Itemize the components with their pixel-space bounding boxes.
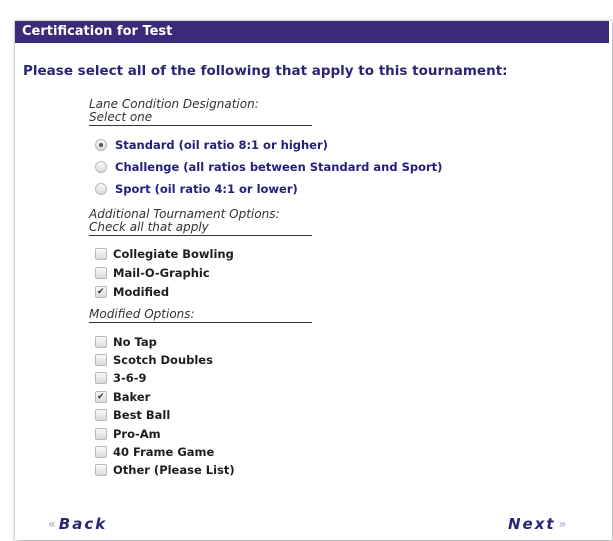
- checkbox[interactable]: [95, 354, 107, 366]
- checkbox[interactable]: [95, 464, 107, 476]
- lane-option-sport[interactable]: Sport (oil ratio 4:1 or lower): [95, 181, 298, 197]
- checkbox-label: 40 Frame Game: [113, 445, 215, 459]
- additional-options-heading: Additional Tournament Options: Check all…: [89, 208, 312, 236]
- modified-option-3-6-9[interactable]: 3-6-9: [95, 370, 147, 386]
- checkbox-label: Other (Please List): [113, 463, 235, 477]
- checkbox-label: Scotch Doubles: [113, 353, 213, 367]
- modified-option-scotch-doubles[interactable]: Scotch Doubles: [95, 352, 213, 368]
- checkbox-label: Mail-O-Graphic: [113, 266, 210, 280]
- checkbox[interactable]: [95, 446, 107, 458]
- next-button-label: Next: [508, 515, 556, 533]
- lane-condition-heading-hint: Select one: [89, 110, 153, 124]
- lane-option-challenge[interactable]: Challenge (all ratios between Standard a…: [95, 159, 442, 175]
- lane-option-standard[interactable]: Standard (oil ratio 8:1 or higher): [95, 137, 328, 153]
- checkbox[interactable]: [95, 409, 107, 421]
- checkbox-checked[interactable]: [95, 391, 107, 403]
- checkbox-label: Baker: [113, 390, 151, 404]
- checkbox[interactable]: [95, 428, 107, 440]
- option-collegiate-bowling[interactable]: Collegiate Bowling: [95, 246, 234, 262]
- next-button[interactable]: Next »: [508, 515, 567, 533]
- lane-option-label: Challenge (all ratios between Standard a…: [115, 160, 443, 174]
- checkbox-label: 3-6-9: [113, 371, 147, 385]
- lane-option-label: Sport (oil ratio 4:1 or lower): [115, 182, 298, 196]
- back-button[interactable]: « Back: [48, 515, 107, 533]
- checkbox-label: Pro-Am: [113, 427, 161, 441]
- instructions-text: Please select all of the following that …: [23, 63, 508, 79]
- radio-button[interactable]: [95, 161, 107, 173]
- checkbox-label: Modified: [113, 285, 170, 299]
- checkbox-label: Collegiate Bowling: [113, 247, 234, 261]
- modified-options-heading-title: Modified Options:: [89, 307, 195, 321]
- checkbox-label: No Tap: [113, 335, 157, 349]
- radio-button-selected[interactable]: [95, 139, 107, 151]
- checkbox-label: Best Ball: [113, 408, 171, 422]
- modified-option-other[interactable]: Other (Please List): [95, 462, 235, 478]
- modified-option-baker[interactable]: Baker: [95, 389, 150, 405]
- checkbox[interactable]: [95, 248, 107, 260]
- option-mail-o-graphic[interactable]: Mail-O-Graphic: [95, 265, 210, 281]
- checkbox-checked[interactable]: [95, 286, 107, 298]
- modified-option-no-tap[interactable]: No Tap: [95, 334, 157, 350]
- radio-button[interactable]: [95, 183, 107, 195]
- page-title: Certification for Test: [15, 21, 609, 43]
- lane-option-label: Standard (oil ratio 8:1 or higher): [115, 138, 328, 152]
- back-button-label: Back: [58, 515, 108, 533]
- modified-option-40-frame-game[interactable]: 40 Frame Game: [95, 444, 214, 460]
- double-chevron-right-icon: »: [558, 517, 567, 531]
- modified-options-heading: Modified Options:: [89, 308, 312, 323]
- modified-option-pro-am[interactable]: Pro-Am: [95, 426, 161, 442]
- lane-condition-heading: Lane Condition Designation: Select one: [89, 98, 312, 126]
- checkbox[interactable]: [95, 336, 107, 348]
- checkbox[interactable]: [95, 267, 107, 279]
- modified-option-best-ball[interactable]: Best Ball: [95, 407, 170, 423]
- option-modified[interactable]: Modified: [95, 284, 169, 300]
- checkbox[interactable]: [95, 372, 107, 384]
- double-chevron-left-icon: «: [48, 517, 56, 531]
- additional-options-heading-hint: Check all that apply: [89, 220, 209, 234]
